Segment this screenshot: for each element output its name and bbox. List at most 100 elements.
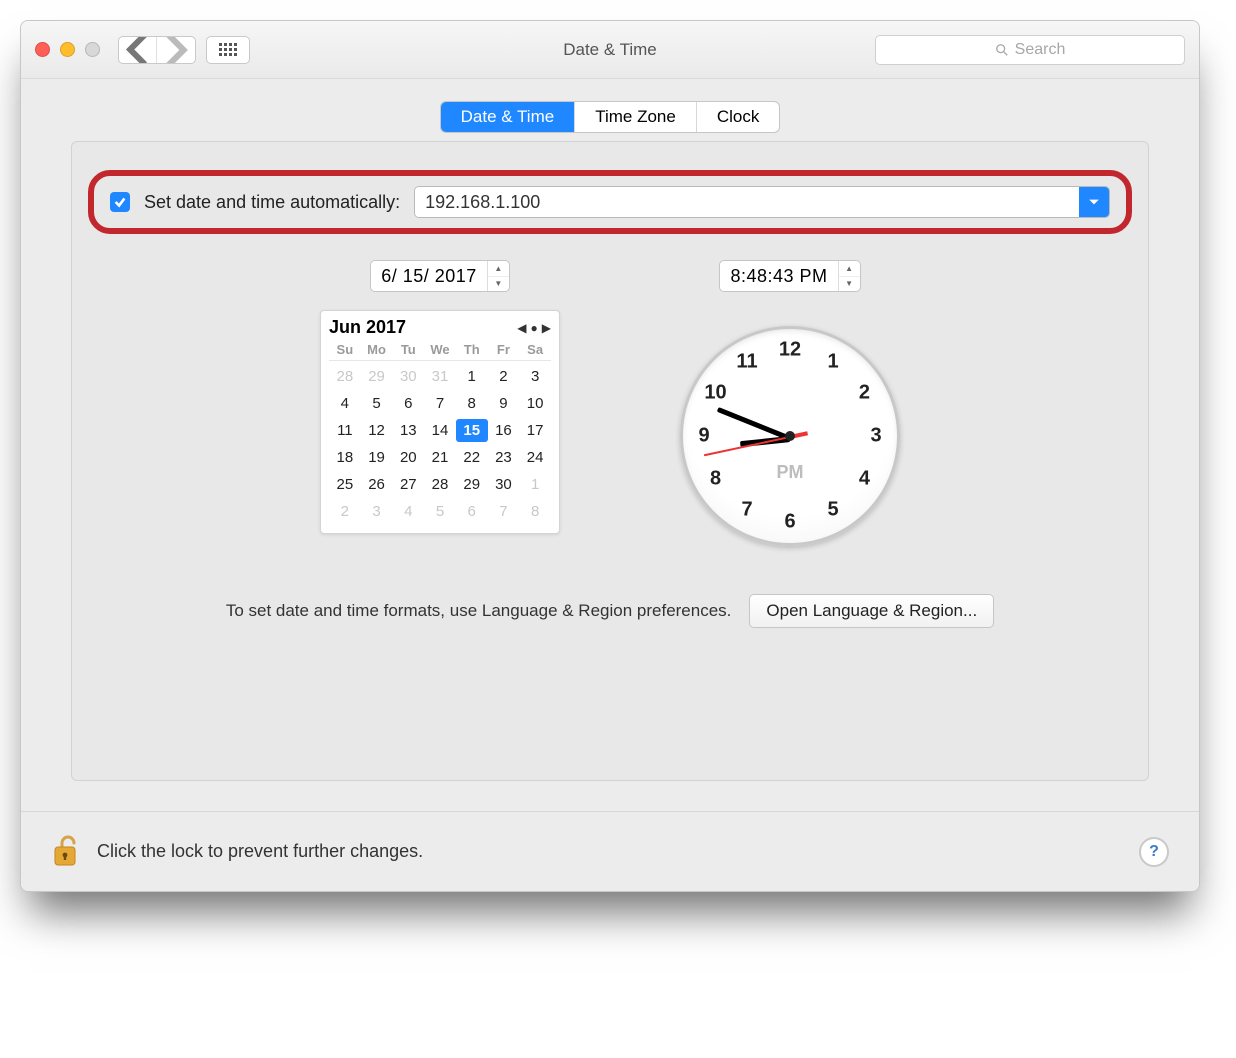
calendar-day[interactable]: 7 bbox=[488, 500, 520, 523]
time-server-input[interactable] bbox=[415, 187, 1079, 217]
calendar-day[interactable]: 22 bbox=[456, 446, 488, 469]
clock-number: 7 bbox=[735, 499, 759, 522]
calendar-day[interactable]: 2 bbox=[329, 500, 361, 523]
back-button[interactable] bbox=[119, 37, 157, 63]
zoom-window-button bbox=[85, 42, 100, 57]
tab-bar: Date & TimeTime ZoneClock bbox=[71, 101, 1149, 133]
clock-number: 4 bbox=[852, 468, 876, 491]
tab-date-time[interactable]: Date & Time bbox=[441, 102, 576, 132]
date-time-columns: 6/ 15/ 2017 ▲▼ Jun 2017 ◀ ● ▶ SuMoTu bbox=[94, 260, 1126, 546]
tab-clock[interactable]: Clock bbox=[697, 102, 780, 132]
calendar-day[interactable]: 28 bbox=[424, 473, 456, 496]
calendar-today-button[interactable]: ● bbox=[531, 321, 538, 335]
second-hand bbox=[704, 436, 790, 456]
calendar-day[interactable]: 25 bbox=[329, 473, 361, 496]
calendar-day[interactable]: 2 bbox=[488, 365, 520, 388]
calendar-day[interactable]: 9 bbox=[488, 392, 520, 415]
time-server-combobox[interactable] bbox=[414, 186, 1110, 218]
clock-number: 6 bbox=[778, 511, 802, 534]
calendar-day[interactable]: 5 bbox=[361, 392, 393, 415]
time-server-dropdown-button[interactable] bbox=[1079, 187, 1109, 217]
formats-text: To set date and time formats, use Langua… bbox=[226, 601, 732, 621]
calendar-day[interactable]: 31 bbox=[424, 365, 456, 388]
date-stepper-arrows[interactable]: ▲▼ bbox=[487, 261, 509, 291]
forward-button[interactable] bbox=[157, 37, 195, 63]
clock-number: 10 bbox=[704, 382, 728, 405]
tab-time-zone[interactable]: Time Zone bbox=[575, 102, 697, 132]
auto-set-checkbox[interactable] bbox=[110, 192, 130, 212]
calendar-day[interactable]: 7 bbox=[424, 392, 456, 415]
calendar-day[interactable]: 6 bbox=[456, 500, 488, 523]
date-stepper[interactable]: 6/ 15/ 2017 ▲▼ bbox=[370, 260, 510, 292]
close-window-button[interactable] bbox=[35, 42, 50, 57]
calendar-day[interactable]: 8 bbox=[456, 392, 488, 415]
open-language-region-button[interactable]: Open Language & Region... bbox=[749, 594, 994, 628]
calendar-day[interactable]: 10 bbox=[519, 392, 551, 415]
content-area: Date & TimeTime ZoneClock Set date and t… bbox=[21, 101, 1199, 811]
calendar-day[interactable]: 3 bbox=[519, 365, 551, 388]
calendar-day[interactable]: 29 bbox=[361, 365, 393, 388]
calendar-day[interactable]: 24 bbox=[519, 446, 551, 469]
calendar-day[interactable]: 17 bbox=[519, 419, 551, 442]
calendar-day[interactable]: 1 bbox=[519, 473, 551, 496]
help-button[interactable]: ? bbox=[1139, 837, 1169, 867]
calendar-day[interactable]: 5 bbox=[424, 500, 456, 523]
calendar-day[interactable]: 11 bbox=[329, 419, 361, 442]
clock-number: 8 bbox=[704, 468, 728, 491]
calendar-day[interactable]: 26 bbox=[361, 473, 393, 496]
calendar-day[interactable]: 30 bbox=[488, 473, 520, 496]
nav-segment bbox=[118, 36, 196, 64]
calendar-day[interactable]: 19 bbox=[361, 446, 393, 469]
calendar-day[interactable]: 16 bbox=[488, 419, 520, 442]
calendar-day[interactable]: 18 bbox=[329, 446, 361, 469]
calendar-day[interactable]: 4 bbox=[392, 500, 424, 523]
calendar-day[interactable]: 4 bbox=[329, 392, 361, 415]
clock-pivot bbox=[785, 431, 795, 441]
calendar-day[interactable]: 13 bbox=[392, 419, 424, 442]
show-all-button[interactable] bbox=[206, 36, 250, 64]
time-stepper-arrows[interactable]: ▲▼ bbox=[838, 261, 860, 291]
calendar-day[interactable]: 15 bbox=[456, 419, 488, 442]
time-column: 8:48:43 PM ▲▼ PM 121234567891011 bbox=[680, 260, 900, 546]
clock-ampm: PM bbox=[777, 462, 804, 483]
calendar-day[interactable]: 23 bbox=[488, 446, 520, 469]
calendar-day[interactable]: 21 bbox=[424, 446, 456, 469]
search-icon bbox=[995, 43, 1009, 57]
lock-button[interactable] bbox=[51, 833, 81, 871]
auto-set-label: Set date and time automatically: bbox=[144, 192, 400, 213]
minute-hand bbox=[717, 407, 791, 441]
chevron-down-icon bbox=[1088, 196, 1100, 208]
search-placeholder: Search bbox=[1015, 41, 1066, 59]
minimize-window-button[interactable] bbox=[60, 42, 75, 57]
calendar[interactable]: Jun 2017 ◀ ● ▶ SuMoTuWeThFrSa28293031123… bbox=[320, 310, 560, 534]
calendar-day[interactable]: 14 bbox=[424, 419, 456, 442]
calendar-day[interactable]: 12 bbox=[361, 419, 393, 442]
calendar-day[interactable]: 29 bbox=[456, 473, 488, 496]
calendar-day[interactable]: 1 bbox=[456, 365, 488, 388]
calendar-day[interactable]: 6 bbox=[392, 392, 424, 415]
calendar-dow: Tu bbox=[392, 342, 424, 361]
calendar-day[interactable]: 3 bbox=[361, 500, 393, 523]
date-value: 6/ 15/ 2017 bbox=[371, 266, 487, 287]
clock-number: 2 bbox=[852, 382, 876, 405]
clock-number: 5 bbox=[821, 499, 845, 522]
lock-text: Click the lock to prevent further change… bbox=[97, 841, 423, 862]
calendar-dow: Th bbox=[456, 342, 488, 361]
calendar-day[interactable]: 20 bbox=[392, 446, 424, 469]
time-stepper[interactable]: 8:48:43 PM ▲▼ bbox=[719, 260, 860, 292]
calendar-prev-button[interactable]: ◀ bbox=[517, 321, 526, 335]
calendar-next-button[interactable]: ▶ bbox=[542, 321, 551, 335]
calendar-day[interactable]: 30 bbox=[392, 365, 424, 388]
clock-number: 9 bbox=[692, 425, 716, 448]
date-time-pane: Set date and time automatically: 6/ 15/ … bbox=[71, 141, 1149, 781]
calendar-nav: ◀ ● ▶ bbox=[517, 321, 551, 335]
clock-number: 11 bbox=[735, 350, 759, 373]
calendar-day[interactable]: 27 bbox=[392, 473, 424, 496]
clock-number: 3 bbox=[864, 425, 888, 448]
calendar-dow: Sa bbox=[519, 342, 551, 361]
chevron-left-icon bbox=[119, 36, 156, 64]
search-field[interactable]: Search bbox=[875, 35, 1185, 65]
toolbar: Date & Time Search bbox=[21, 21, 1199, 79]
calendar-day[interactable]: 8 bbox=[519, 500, 551, 523]
calendar-day[interactable]: 28 bbox=[329, 365, 361, 388]
